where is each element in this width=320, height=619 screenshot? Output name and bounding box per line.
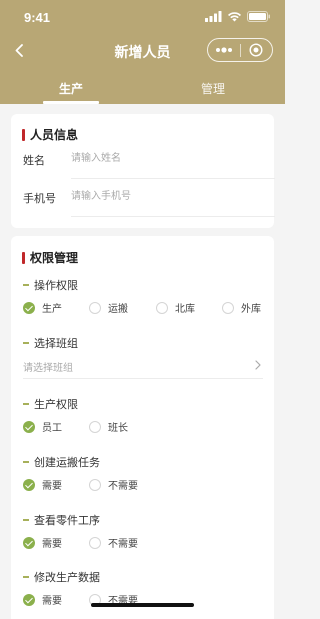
- option-required[interactable]: 需要: [23, 477, 62, 492]
- signal-icon: [205, 11, 222, 22]
- create-transport-task-label: 创建运搬任务: [23, 454, 100, 470]
- active-tab-indicator: [43, 101, 99, 104]
- phone-underline: [71, 216, 275, 217]
- radio-unchecked-icon: [89, 420, 101, 433]
- option-outer-warehouse[interactable]: 外库: [222, 300, 261, 315]
- option-team-leader[interactable]: 班长: [89, 419, 128, 434]
- modify-production-data-label: 修改生产数据: [23, 569, 100, 585]
- section-dash: [23, 519, 29, 521]
- home-indicator: [91, 603, 194, 607]
- wifi-icon: [228, 12, 241, 22]
- team-select-label: 选择班组: [23, 335, 78, 351]
- team-select-label-text: 选择班组: [34, 337, 78, 350]
- team-select-placeholder: 请选择班组: [23, 363, 73, 374]
- status-bar: 9:41: [0, 0, 285, 34]
- view-part-process-options: 需要 不需要: [23, 535, 223, 551]
- radio-checked-icon: [23, 593, 35, 606]
- option-north-warehouse[interactable]: 北库: [156, 300, 195, 315]
- section-dash: [23, 576, 29, 578]
- option-label: 不需要: [108, 539, 138, 550]
- production-permission-label: 生产权限: [23, 396, 78, 412]
- view-part-process-label-text: 查看零件工序: [34, 514, 100, 527]
- section-dash: [23, 284, 29, 286]
- more-button[interactable]: [208, 39, 240, 61]
- permissions-title: 权限管理: [22, 249, 78, 266]
- option-transport[interactable]: 运搬: [89, 300, 128, 315]
- radio-checked-icon: [23, 478, 35, 491]
- battery-icon: [247, 11, 270, 22]
- name-label: 姓名: [23, 154, 45, 167]
- tab-management[interactable]: 管理: [142, 80, 284, 97]
- option-required[interactable]: 需要: [23, 592, 62, 607]
- more-dots-icon: [215, 47, 232, 53]
- section-dash: [23, 461, 29, 463]
- operation-permission-label: 操作权限: [23, 277, 78, 293]
- view-part-process-label: 查看零件工序: [23, 512, 100, 528]
- option-label: 需要: [42, 481, 62, 492]
- personal-info-card: 人员信息 姓名 手机号: [11, 114, 275, 228]
- option-label: 运搬: [108, 304, 128, 315]
- section-dash: [23, 342, 29, 344]
- create-transport-task-label-text: 创建运搬任务: [34, 456, 100, 469]
- status-icons: [205, 11, 271, 22]
- chevron-right-icon: [253, 360, 263, 370]
- modify-production-data-label-text: 修改生产数据: [34, 571, 100, 584]
- section-dash: [23, 403, 29, 405]
- mini-program-capsule: [207, 38, 273, 62]
- radio-checked-icon: [23, 420, 35, 433]
- close-button[interactable]: [240, 39, 272, 61]
- create-transport-task-options: 需要 不需要: [23, 477, 223, 493]
- production-permission-label-text: 生产权限: [34, 398, 78, 411]
- team-select[interactable]: 请选择班组: [23, 356, 263, 379]
- option-label: 员工: [42, 423, 62, 434]
- team-select-underline: [23, 378, 263, 379]
- tab-production[interactable]: 生产: [0, 80, 142, 97]
- name-input[interactable]: [71, 145, 251, 171]
- option-label: 需要: [42, 539, 62, 550]
- radio-unchecked-icon: [89, 301, 101, 314]
- phone-label: 手机号: [23, 192, 56, 205]
- nav-bar: 新增人员: [0, 34, 285, 66]
- title-accent-bar: [22, 128, 25, 141]
- tab-bar: 生产 管理: [0, 72, 285, 104]
- option-label: 不需要: [108, 481, 138, 492]
- production-options: 员工 班长: [23, 419, 223, 435]
- operation-permission-label-text: 操作权限: [34, 279, 78, 292]
- option-production[interactable]: 生产: [23, 300, 62, 315]
- option-not-required[interactable]: 不需要: [89, 535, 138, 550]
- radio-checked-icon: [23, 536, 35, 549]
- status-time: 9:41: [24, 10, 51, 25]
- option-label: 外库: [241, 304, 261, 315]
- close-target-icon: [249, 43, 263, 57]
- radio-unchecked-icon: [89, 536, 101, 549]
- permissions-title-text: 权限管理: [30, 251, 79, 265]
- phone-field: 手机号: [23, 179, 275, 217]
- radio-unchecked-icon: [156, 301, 168, 314]
- option-not-required[interactable]: 不需要: [89, 477, 138, 492]
- radio-checked-icon: [23, 301, 35, 314]
- phone-input[interactable]: [71, 183, 251, 209]
- radio-unchecked-icon: [89, 478, 101, 491]
- name-field: 姓名: [23, 141, 275, 179]
- option-label: 需要: [42, 596, 62, 607]
- permissions-card: 权限管理 操作权限 生产 运搬 北库 外库 选择班组 请选择班组 生产权限 员工…: [11, 236, 274, 619]
- option-required[interactable]: 需要: [23, 535, 62, 550]
- option-label: 北库: [175, 304, 195, 315]
- radio-unchecked-icon: [222, 301, 234, 314]
- option-label: 生产: [42, 304, 62, 315]
- title-accent-bar: [22, 251, 25, 264]
- option-label: 班长: [108, 423, 128, 434]
- operation-options: 生产 运搬 北库 外库: [23, 300, 268, 316]
- header: 9:41 新增人员 生产 管理: [0, 0, 285, 104]
- option-employee[interactable]: 员工: [23, 419, 62, 434]
